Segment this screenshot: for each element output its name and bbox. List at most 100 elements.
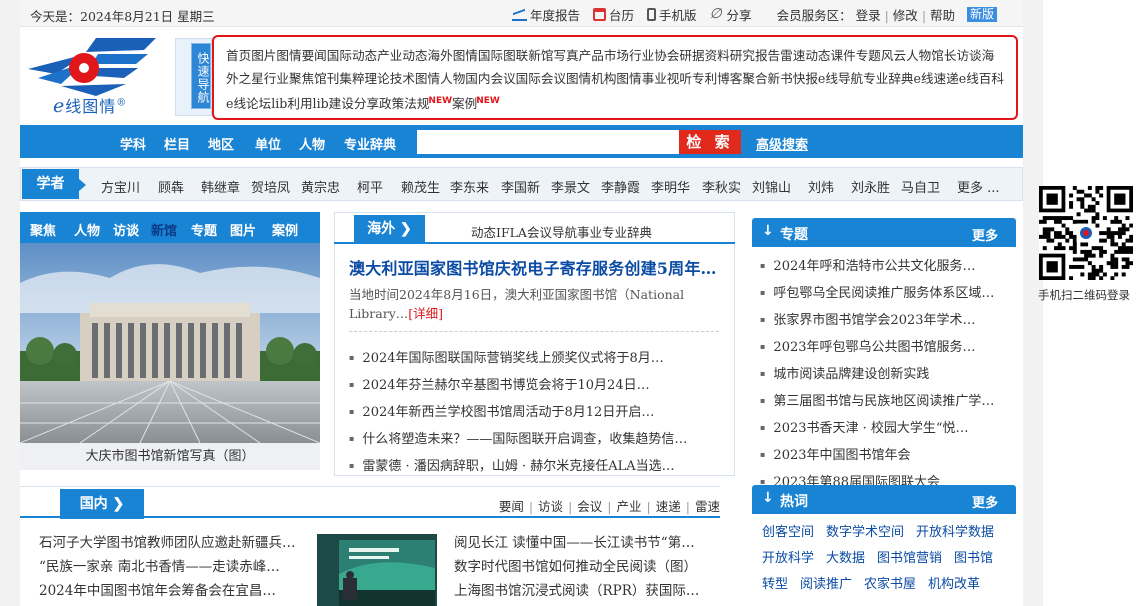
- news-item[interactable]: 2024年芬兰赫尔辛基图书博览会将于10月24日…: [349, 372, 729, 399]
- nav-item[interactable]: 国际动态: [327, 48, 377, 63]
- new-version-button[interactable]: 新版: [967, 7, 998, 22]
- nav-item[interactable]: 研据资料: [679, 48, 729, 63]
- scholar-name[interactable]: 李静霞: [601, 177, 640, 196]
- hotword-link[interactable]: 转型: [762, 577, 788, 592]
- focus-tab[interactable]: 案例: [272, 220, 298, 239]
- search-tab-dictionary[interactable]: 专业辞典: [344, 134, 396, 153]
- scholar-name[interactable]: 李景文: [551, 177, 590, 196]
- focus-caption[interactable]: 大庆市图书馆新馆写真（图）: [20, 443, 320, 470]
- scholar-name[interactable]: 刘锦山: [752, 177, 791, 196]
- hotwords-more-link[interactable]: 更多: [972, 492, 998, 511]
- search-tab-person[interactable]: 人物: [299, 134, 325, 153]
- nav-item[interactable]: e线速递: [914, 71, 959, 86]
- focus-tab[interactable]: 访谈: [113, 220, 139, 239]
- search-tab-subject[interactable]: 学科: [120, 134, 146, 153]
- overseas-link[interactable]: 专业辞典: [602, 225, 652, 240]
- nav-item[interactable]: 图情要闻: [276, 48, 326, 63]
- search-tab-unit[interactable]: 单位: [255, 134, 281, 153]
- hotword-link[interactable]: 开放科学数据: [916, 525, 994, 540]
- domestic-link[interactable]: 访谈: [538, 499, 563, 514]
- nav-item[interactable]: 雷速动态: [780, 48, 830, 63]
- nav-item[interactable]: 案例: [452, 96, 477, 111]
- topic-item[interactable]: 2023年呼包鄂乌公共图书馆服务…: [760, 334, 1016, 361]
- nav-item[interactable]: 专业辞典: [863, 71, 913, 86]
- login-link[interactable]: 登录: [856, 8, 881, 23]
- nav-item[interactable]: 风云人物: [881, 48, 931, 63]
- mobile-link[interactable]: 手机版: [647, 5, 697, 24]
- scholar-name[interactable]: 贺培凤: [251, 177, 290, 196]
- hotword-link[interactable]: 图书馆营销: [877, 551, 942, 566]
- hotword-link[interactable]: 农家书屋: [864, 577, 916, 592]
- domestic-link[interactable]: 速递: [656, 499, 681, 514]
- nav-item[interactable]: lib利用: [271, 96, 312, 111]
- nav-item[interactable]: 课件: [831, 48, 856, 63]
- topic-item[interactable]: 2024年呼和浩特市公共文化服务…: [760, 253, 1016, 280]
- news-item[interactable]: 数字时代图书馆如何推动全民阅读（图）: [454, 555, 699, 579]
- nav-item[interactable]: 海外图情: [428, 48, 478, 63]
- edit-link[interactable]: 修改: [893, 8, 918, 23]
- search-tab-column[interactable]: 栏目: [164, 134, 190, 153]
- topic-item[interactable]: 张家界市图书馆学会2023年学术…: [760, 307, 1016, 334]
- nav-item[interactable]: 图情机构: [566, 71, 616, 86]
- nav-item[interactable]: e线论坛: [226, 96, 271, 111]
- focus-tab[interactable]: 聚焦: [30, 220, 56, 239]
- news-item[interactable]: 雷蒙德 · 潘因病辞职，山姆 · 赫尔米克接任ALA当选…: [349, 453, 729, 480]
- news-item[interactable]: 阅见长江 读懂中国——长江读书节“第…: [454, 531, 699, 555]
- domestic-tab[interactable]: 国内 ❯: [60, 489, 144, 519]
- nav-item[interactable]: 专利: [692, 71, 717, 86]
- nav-item[interactable]: 产业动态: [377, 48, 427, 63]
- nav-item[interactable]: 行业协会: [629, 48, 679, 63]
- scholar-name[interactable]: 赖茂生: [401, 177, 440, 196]
- nav-item[interactable]: 视听: [667, 71, 692, 86]
- nav-item[interactable]: 图片: [251, 48, 276, 63]
- search-input[interactable]: [417, 130, 679, 154]
- nav-item[interactable]: 图情事业: [616, 71, 666, 86]
- domestic-photo[interactable]: [317, 534, 437, 606]
- nav-item[interactable]: e线百科: [959, 71, 1004, 86]
- hotword-link[interactable]: 数字学术空间: [826, 525, 904, 540]
- overseas-link[interactable]: 事业: [577, 225, 602, 240]
- scholar-name[interactable]: 李国新: [501, 177, 540, 196]
- news-item[interactable]: “民族一家亲 南北书香情——走读赤峰…: [39, 555, 296, 579]
- focus-tab[interactable]: 新馆: [151, 220, 177, 239]
- news-item[interactable]: 上海图书馆沉浸式阅读（RPR）获国际…: [454, 579, 699, 603]
- qr-code-icon[interactable]: [1039, 186, 1134, 281]
- scholar-more-link[interactable]: 更多 ...: [957, 177, 1000, 196]
- help-link[interactable]: 帮助: [930, 8, 955, 23]
- scholar-name[interactable]: 柯平: [357, 177, 383, 196]
- hotword-link[interactable]: 大数据: [826, 551, 865, 566]
- nav-item[interactable]: 国内会议: [465, 71, 515, 86]
- scholar-name[interactable]: 方宝川: [101, 177, 140, 196]
- nav-item[interactable]: 产品市场: [579, 48, 629, 63]
- nav-item[interactable]: 政策法规: [379, 96, 429, 111]
- scholar-name[interactable]: 李秋实: [702, 177, 741, 196]
- nav-item[interactable]: 聚合: [742, 71, 767, 86]
- scholar-name[interactable]: 黄宗忠: [301, 177, 340, 196]
- scholar-name[interactable]: 刘炜: [808, 177, 834, 196]
- topic-item[interactable]: 2023年中国图书馆年会: [760, 442, 1016, 469]
- nav-item[interactable]: 国际图联: [478, 48, 528, 63]
- hotword-link[interactable]: 开放科学: [762, 551, 814, 566]
- nav-item[interactable]: 分享: [354, 96, 379, 111]
- annual-report-link[interactable]: 年度报告: [512, 5, 580, 24]
- focus-photo[interactable]: [20, 243, 320, 443]
- nav-item[interactable]: 专题: [856, 48, 881, 63]
- scholar-name[interactable]: 李明华: [651, 177, 690, 196]
- domestic-link[interactable]: 要闻: [499, 499, 524, 514]
- share-link[interactable]: ∅ 分享: [710, 5, 752, 24]
- news-item[interactable]: 2024年国际图联国际营销奖线上颁奖仪式将于8月…: [349, 345, 729, 372]
- overseas-tab[interactable]: 海外 ❯: [354, 215, 425, 244]
- news-item[interactable]: 2024年中国图书馆年会筹备会在宜昌…: [39, 579, 296, 603]
- nav-item[interactable]: 新书快报: [768, 71, 818, 86]
- nav-item[interactable]: 行业聚焦: [264, 71, 314, 86]
- news-item[interactable]: 2024年新西兰学校图书馆周活动于8月12日开启…: [349, 399, 729, 426]
- hotword-link[interactable]: 创客空间: [762, 525, 814, 540]
- search-tab-region[interactable]: 地区: [208, 134, 234, 153]
- topics-more-link[interactable]: 更多: [972, 225, 998, 244]
- overseas-link[interactable]: IFLA: [496, 225, 527, 240]
- nav-item[interactable]: 博客: [717, 71, 742, 86]
- overseas-link[interactable]: 导航: [552, 225, 577, 240]
- nav-item[interactable]: lib建设: [313, 96, 354, 111]
- nav-item[interactable]: 馆刊集粹: [314, 71, 364, 86]
- nav-item[interactable]: 研究报告: [730, 48, 780, 63]
